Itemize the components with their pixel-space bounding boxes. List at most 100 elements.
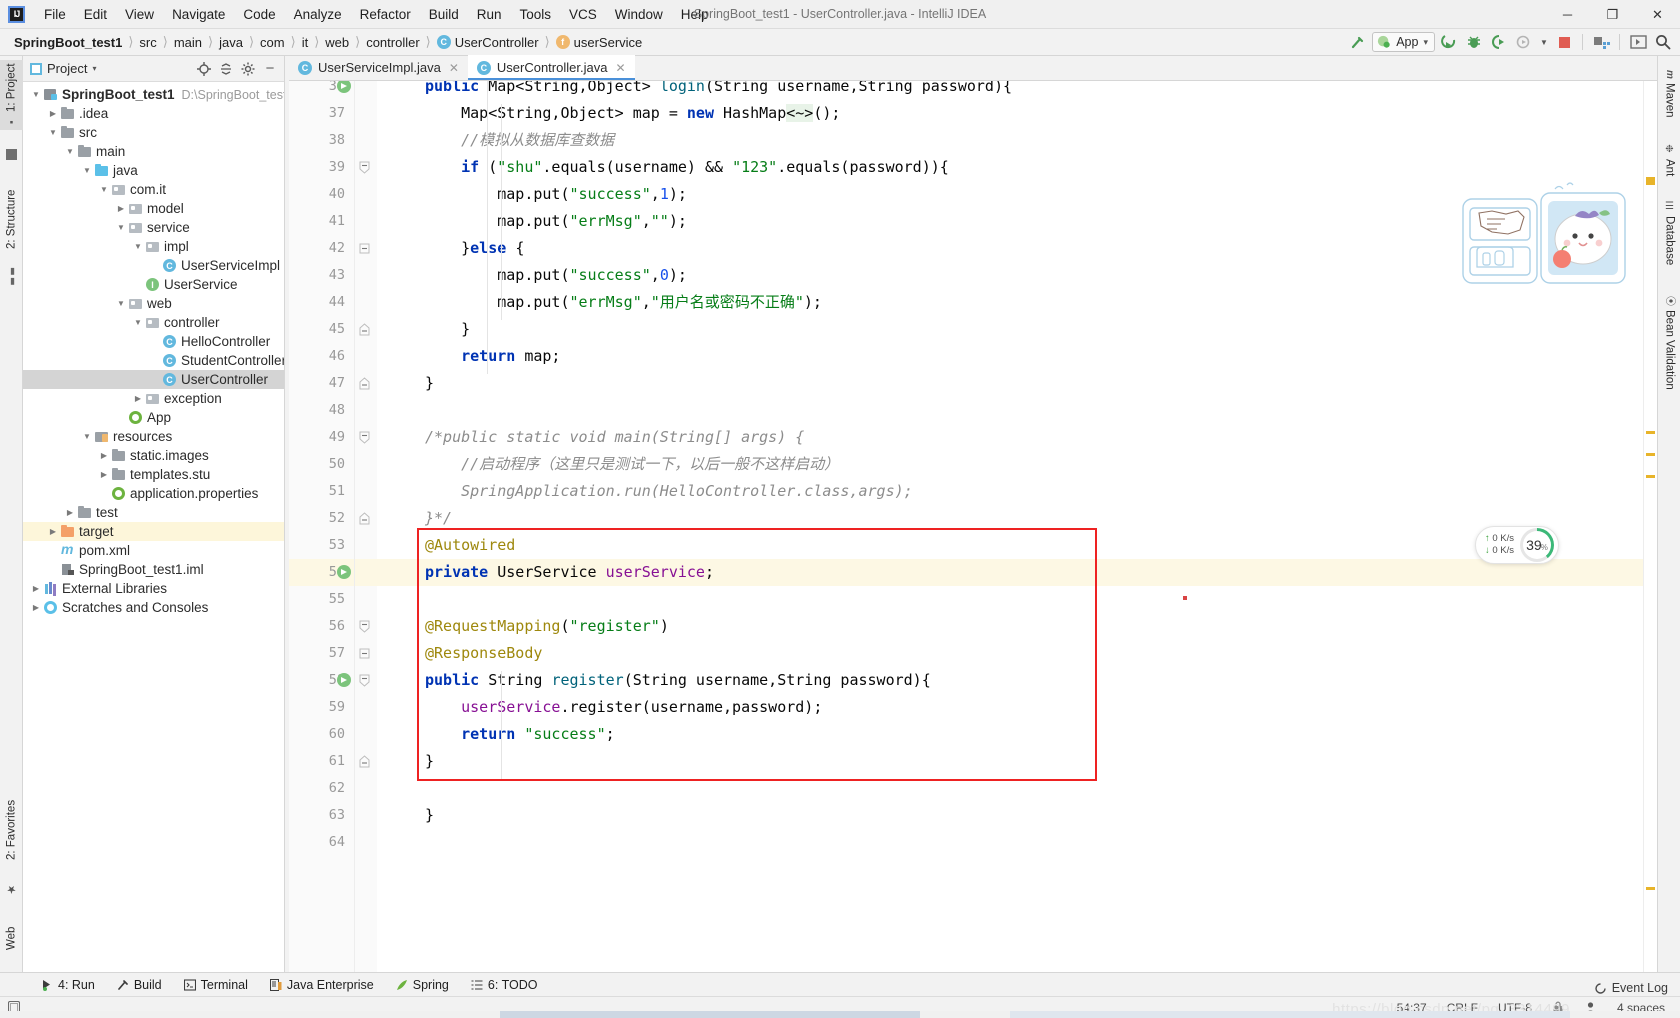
tree-node-model[interactable]: model [23, 199, 284, 218]
bottom-window-run[interactable]: 4: Run [30, 976, 106, 994]
menu-view[interactable]: View [116, 3, 163, 26]
tree-node-controller[interactable]: controller [23, 313, 284, 332]
bottom-window-todo[interactable]: 6: TODO [460, 976, 549, 994]
sidebar-item-project[interactable]: ▪ 1: Project [0, 60, 23, 130]
tree-toggle-right-icon[interactable] [29, 603, 43, 612]
code-line[interactable]: if ("shu".equals(username) && "123".equa… [425, 154, 949, 181]
breadcrumb-item-class[interactable]: C UserController [433, 34, 543, 51]
tree-toggle-down-icon[interactable] [80, 432, 94, 441]
tree-toggle-down-icon[interactable] [114, 223, 128, 232]
run-configuration-selector[interactable]: App ▾ [1372, 32, 1435, 52]
tree-node-userserviceimpl[interactable]: UserServiceImpl [23, 256, 284, 275]
code-line[interactable]: userService.register(username,password); [425, 694, 822, 721]
code-line[interactable]: map.put("success",0); [425, 262, 687, 289]
tree-node-exception[interactable]: exception [23, 389, 284, 408]
settings-gear-icon[interactable] [238, 59, 258, 79]
scrollbar-thumb[interactable] [1010, 1011, 1570, 1018]
code-fold-start-icon[interactable] [359, 620, 370, 633]
tree-toggle-down-icon[interactable] [131, 242, 145, 251]
tab-userserviceimpl[interactable]: C UserServiceImpl.java ✕ [289, 55, 468, 80]
tree-node-resources[interactable]: resources [23, 427, 284, 446]
code-line[interactable]: }else { [425, 235, 524, 262]
code-line[interactable]: public Map<String,Object> login(String u… [425, 81, 1012, 100]
editor-gutter-line-numbers[interactable]: 3637383940414243444546474849505152535455… [289, 81, 355, 972]
tree-node-web[interactable]: web [23, 294, 284, 313]
code-line[interactable]: //模拟从数据库查数据 [425, 127, 614, 154]
event-log-button[interactable]: Event Log [1594, 981, 1668, 995]
tree-node--idea[interactable]: .idea [23, 104, 284, 123]
bottom-window-build[interactable]: Build [106, 976, 173, 994]
project-structure-icon[interactable] [1590, 32, 1612, 53]
profile-icon[interactable] [1513, 32, 1535, 53]
tree-node-static-images[interactable]: static.images [23, 446, 284, 465]
code-line[interactable]: } [425, 316, 470, 343]
tree-node-test[interactable]: test [23, 503, 284, 522]
code-fold-end-icon[interactable] [359, 377, 370, 390]
code-line[interactable]: map.put("errMsg","用户名或密码不正确"); [425, 289, 822, 316]
build-hammer-icon[interactable] [1347, 32, 1369, 53]
tab-usercontroller[interactable]: C UserController.java ✕ [467, 55, 635, 80]
search-everywhere-icon[interactable] [1652, 32, 1674, 53]
tree-toggle-right-icon[interactable] [97, 470, 111, 479]
tree-toggle-right-icon[interactable] [63, 508, 77, 517]
update-project-icon[interactable] [1627, 32, 1649, 53]
code-fold-start-icon[interactable] [359, 674, 370, 687]
editor-gutter-fold-markers[interactable] [355, 81, 377, 972]
tree-toggle-right-icon[interactable] [97, 451, 111, 460]
breadcrumb-item-field[interactable]: f userService [552, 34, 647, 51]
menu-run[interactable]: Run [468, 3, 511, 26]
code-line[interactable]: return map; [425, 343, 560, 370]
breadcrumb-item-src[interactable]: src [135, 34, 160, 51]
breadcrumb-item-controller[interactable]: controller [362, 34, 423, 51]
tree-node-pom-xml[interactable]: pom.xml [23, 541, 284, 560]
code-line[interactable]: } [425, 802, 434, 829]
menu-analyze[interactable]: Analyze [285, 3, 351, 26]
sidebar-item-bean-validation[interactable]: ⦿ Bean Validation [1658, 284, 1680, 402]
code-line[interactable]: SpringApplication.run(HelloController.cl… [425, 478, 913, 505]
tree-node-userservice[interactable]: UserService [23, 275, 284, 294]
code-line[interactable]: map.put("errMsg",""); [425, 208, 687, 235]
bottom-window-spring[interactable]: Spring [385, 976, 460, 994]
maximize-button[interactable]: ❐ [1590, 0, 1635, 29]
tree-node-com-it[interactable]: com.it [23, 180, 284, 199]
hide-panel-icon[interactable]: − [260, 59, 280, 79]
menu-window[interactable]: Window [606, 3, 672, 26]
collapse-all-icon[interactable] [216, 59, 236, 79]
tree-toggle-down-icon[interactable] [131, 318, 145, 327]
code-line[interactable]: } [425, 748, 434, 775]
tree-node-scratches-and-consoles[interactable]: Scratches and Consoles [23, 598, 284, 617]
breadcrumb-item-java[interactable]: java [215, 34, 247, 51]
sidebar-item-web[interactable]: Web [0, 912, 23, 964]
tree-toggle-right-icon[interactable] [46, 527, 60, 536]
horizontal-scrollbar[interactable] [0, 1011, 1680, 1018]
code-fold-mid-icon[interactable] [359, 243, 370, 254]
code-line[interactable]: @Autowired [425, 532, 515, 559]
code-fold-start-icon[interactable] [359, 431, 370, 444]
tree-toggle-down-icon[interactable] [97, 185, 111, 194]
code-line[interactable]: private UserService userService; [425, 559, 714, 586]
project-panel-title[interactable]: Project ▾ [27, 61, 96, 76]
tree-node-springboot-test1-iml[interactable]: SpringBoot_test1.iml [23, 560, 284, 579]
tree-node-src[interactable]: src [23, 123, 284, 142]
tree-node-java[interactable]: java [23, 161, 284, 180]
debug-icon[interactable] [1463, 32, 1485, 53]
code-editor[interactable]: 3637383940414243444546474849505152535455… [289, 81, 1657, 972]
breadcrumb-item-web[interactable]: web [321, 34, 353, 51]
close-icon[interactable]: ✕ [615, 61, 625, 75]
code-fold-end-icon[interactable] [359, 755, 370, 768]
tree-node-springboot-test1[interactable]: SpringBoot_test1 D:\SpringBoot_test1 [23, 85, 284, 104]
editor-error-stripe[interactable] [1643, 81, 1657, 972]
sidebar-item-favorites[interactable]: 2: Favorites [0, 784, 23, 876]
tree-toggle-down-icon[interactable] [46, 128, 60, 137]
code-line[interactable]: } [425, 370, 434, 397]
profile-dropdown-icon[interactable]: ▼ [1538, 32, 1550, 53]
code-line[interactable]: map.put("success",1); [425, 181, 687, 208]
tree-node-main[interactable]: main [23, 142, 284, 161]
breadcrumb-item-com[interactable]: com [256, 34, 289, 51]
bottom-window-terminal[interactable]: Terminal [173, 976, 259, 994]
tree-toggle-right-icon[interactable] [29, 584, 43, 593]
tree-toggle-down-icon[interactable] [114, 299, 128, 308]
tree-node-usercontroller[interactable]: UserController [23, 370, 284, 389]
gutter-run-marker-icon[interactable] [337, 565, 352, 580]
tree-node-application-properties[interactable]: application.properties [23, 484, 284, 503]
